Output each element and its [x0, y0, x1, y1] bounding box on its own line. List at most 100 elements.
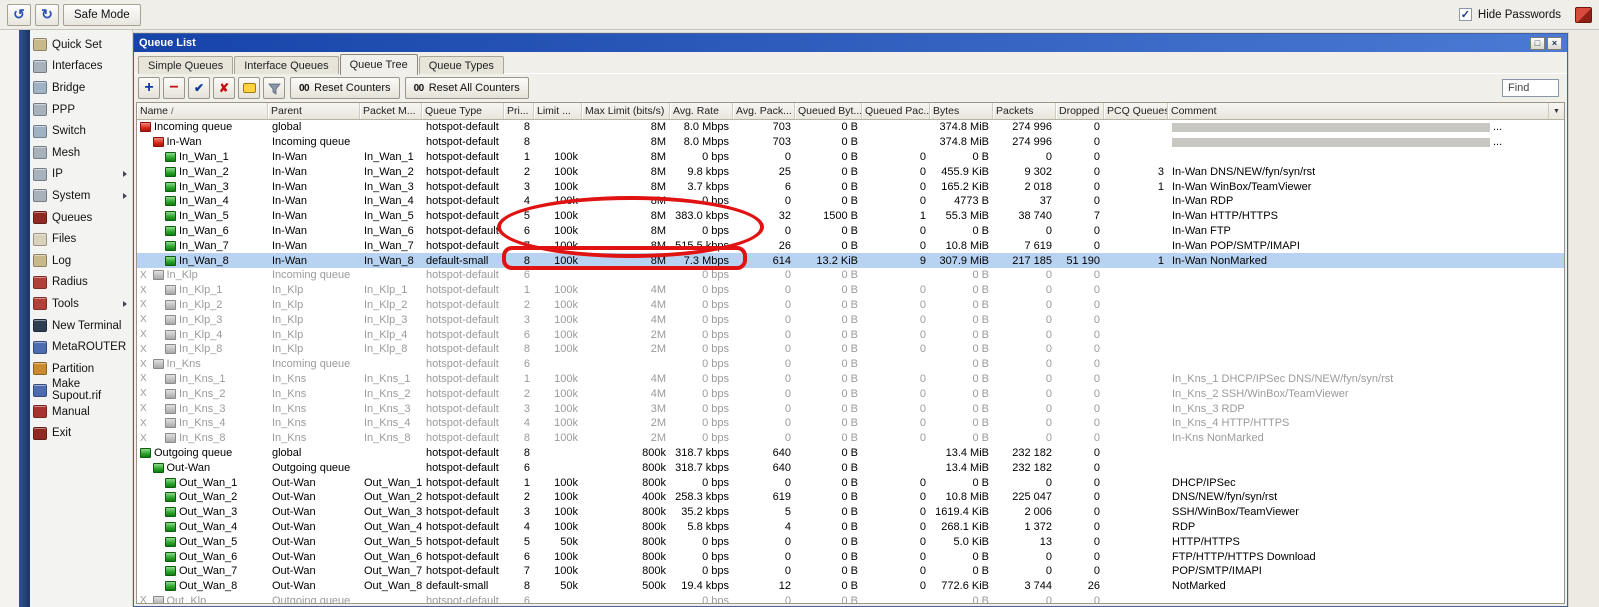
sidebar-item-metarouter[interactable]: MetaROUTER	[30, 336, 132, 358]
table-row[interactable]: X In_Klp_3 In_Klp In_Klp_3 hotspot-default 3 1…	[137, 312, 1564, 327]
sidebar-item-new-terminal[interactable]: New Terminal	[30, 315, 132, 337]
sidebar-item-radius[interactable]: Radius	[30, 272, 132, 294]
sidebar-item-log[interactable]: Log	[30, 250, 132, 272]
filter-button[interactable]	[263, 77, 285, 99]
sidebar-item-tools[interactable]: Tools	[30, 293, 132, 315]
column-header-dropped[interactable]: Dropped	[1056, 103, 1104, 119]
sidebar-item-quick-set[interactable]: Quick Set	[30, 34, 132, 56]
queue-icon	[152, 595, 164, 603]
redo-button[interactable]: ↻	[35, 3, 59, 26]
tab-simple-queues[interactable]: Simple Queues	[138, 56, 234, 74]
column-header-packet_marks[interactable]: Packet M...	[360, 103, 422, 119]
table-row[interactable]: X In_Kns Incoming queue hotspot-default 6 0 b…	[137, 357, 1564, 372]
sidebar-item-interfaces[interactable]: Interfaces	[30, 56, 132, 78]
safe-mode-button[interactable]: Safe Mode	[63, 3, 141, 26]
column-header-comment[interactable]: Comment	[1168, 103, 1564, 119]
table-row[interactable]: Out_Wan_4 Out-Wan Out_Wan_4 hotspot-default…	[137, 520, 1564, 535]
table-row[interactable]: X In_Klp_4 In_Klp In_Klp_4 hotspot-default 6 1…	[137, 327, 1564, 342]
column-header-limit[interactable]: Limit ...	[534, 103, 582, 119]
table-row[interactable]: X In_Kns_4 In_Kns In_Kns_4 hotspot-default 4 1…	[137, 416, 1564, 431]
cell-queued_bytes: 0 B	[841, 121, 858, 134]
tab-queue-types[interactable]: Queue Types	[418, 56, 504, 74]
table-row[interactable]: In-Wan Incoming queue hotspot-default 8 8M 8.…	[137, 135, 1564, 150]
column-header-queue_type[interactable]: Queue Type	[422, 103, 504, 119]
table-row[interactable]: In_Wan_4 In-Wan In_Wan_4 hotspot-default 4 10…	[137, 194, 1564, 209]
table-row[interactable]: In_Wan_7 In-Wan In_Wan_7 hotspot-default 7 10…	[137, 238, 1564, 253]
table-row[interactable]: X In_Kns_8 In_Kns In_Kns_8 hotspot-default 8 1…	[137, 431, 1564, 446]
cell-comment: ...	[1168, 120, 1564, 135]
filter-icon	[267, 83, 281, 95]
window-title-bar[interactable]: Queue List □ ×	[134, 34, 1567, 52]
table-row[interactable]: In_Wan_6 In-Wan In_Wan_6 hotspot-default 6 10…	[137, 224, 1564, 239]
table-row[interactable]: X In_Klp Incoming queue hotspot-default 6 0 b…	[137, 268, 1564, 283]
cell-packets: 9 302	[1024, 165, 1052, 178]
table-row[interactable]: X In_Kns_2 In_Kns In_Kns_2 hotspot-default 2 1…	[137, 386, 1564, 401]
column-header-queued_bytes[interactable]: Queued Byt...	[795, 103, 862, 119]
cell-avg_packet: 32	[778, 210, 791, 223]
column-header-avg_rate[interactable]: Avg. Rate	[670, 103, 733, 119]
table-row[interactable]: Out-Wan Outgoing queue hotspot-default 6 800…	[137, 460, 1564, 475]
column-header-pcq[interactable]: PCQ Queues	[1104, 103, 1168, 119]
sidebar-item-files[interactable]: Files	[30, 228, 132, 250]
table-row[interactable]: In_Wan_2 In-Wan In_Wan_2 hotspot-default 2 10…	[137, 164, 1564, 179]
sidebar-item-switch[interactable]: Switch	[30, 120, 132, 142]
column-header-avg_packet[interactable]: Avg. Pack...	[733, 103, 795, 119]
table-row[interactable]: Out_Wan_7 Out-Wan Out_Wan_7 hotspot-default…	[137, 564, 1564, 579]
table-row[interactable]: Outgoing queue global hotspot-default 8 800k…	[137, 446, 1564, 461]
enable-button[interactable]: ✔	[188, 77, 210, 99]
sidebar-item-queues[interactable]: Queues	[30, 207, 132, 229]
table-row[interactable]: X In_Klp_2 In_Klp In_Klp_2 hotspot-default 2 1…	[137, 298, 1564, 313]
sidebar-item-ppp[interactable]: PPP	[30, 99, 132, 121]
column-header-priority[interactable]: Pri...	[504, 103, 534, 119]
sidebar-item-ip[interactable]: IP	[30, 164, 132, 186]
comment-button[interactable]	[238, 77, 260, 99]
column-header-name[interactable]: Name /	[137, 103, 268, 119]
table-row[interactable]: In_Wan_5 In-Wan In_Wan_5 hotspot-default 5 10…	[137, 209, 1564, 224]
tab-interface-queues[interactable]: Interface Queues	[234, 56, 339, 74]
hide-passwords-checkbox[interactable]: ✓	[1458, 8, 1472, 21]
cell-parent: In_Klp	[272, 343, 304, 356]
column-header-packets[interactable]: Packets	[993, 103, 1056, 119]
table-row[interactable]: Out_Wan_5 Out-Wan Out_Wan_5 hotspot-default…	[137, 534, 1564, 549]
table-row[interactable]: X In_Kns_1 In_Kns In_Kns_1 hotspot-default 1 1…	[137, 372, 1564, 387]
table-row[interactable]: Out_Wan_8 Out-Wan Out_Wan_8 default-small 8 5…	[137, 579, 1564, 594]
column-header-parent[interactable]: Parent	[268, 103, 360, 119]
table-row[interactable]: In_Wan_3 In-Wan In_Wan_3 hotspot-default 3 10…	[137, 179, 1564, 194]
table-row[interactable]: In_Wan_1 In-Wan In_Wan_1 hotspot-default 1 10…	[137, 150, 1564, 165]
cell-queued_packets	[862, 594, 930, 604]
add-button[interactable]: +	[138, 77, 160, 99]
column-header-queued_packets[interactable]: Queued Pac...	[862, 103, 930, 119]
sidebar-item-partition[interactable]: Partition	[30, 358, 132, 380]
sidebar-item-bridge[interactable]: Bridge	[30, 77, 132, 99]
table-row[interactable]: X Out_Klp Outgoing queue hotspot-default 6 0 …	[137, 594, 1564, 604]
tab-queue-tree[interactable]: Queue Tree	[339, 54, 418, 75]
column-menu-button[interactable]: ▼	[1548, 103, 1564, 119]
reset-counters-button[interactable]: 00 Reset Counters	[290, 77, 400, 99]
table-row[interactable]: Out_Wan_6 Out-Wan Out_Wan_6 hotspot-default…	[137, 549, 1564, 564]
table-row[interactable]: In_Wan_8 In-Wan In_Wan_8 default-small 8 100k…	[137, 253, 1564, 268]
sidebar-item-make-supout-rif[interactable]: Make Supout.rif	[30, 378, 132, 402]
table-row[interactable]: X In_Klp_8 In_Klp In_Klp_8 hotspot-default 8 1…	[137, 342, 1564, 357]
remove-button[interactable]: −	[163, 77, 185, 99]
disable-button[interactable]: ✘	[213, 77, 235, 99]
table-row[interactable]: Out_Wan_1 Out-Wan Out_Wan_1 hotspot-default…	[137, 475, 1564, 490]
find-input[interactable]: Find	[1502, 79, 1559, 97]
sidebar-item-mesh[interactable]: Mesh	[30, 142, 132, 164]
sidebar-item-manual[interactable]: Manual	[30, 401, 132, 423]
bridge-icon	[33, 81, 47, 95]
sidebar-item-system[interactable]: System	[30, 185, 132, 207]
table-row[interactable]: X In_Klp_1 In_Klp In_Klp_1 hotspot-default 1 1…	[137, 283, 1564, 298]
table-row[interactable]: X In_Kns_3 In_Kns In_Kns_3 hotspot-default 3 1…	[137, 401, 1564, 416]
column-header-max_limit[interactable]: Max Limit (bits/s)	[582, 103, 670, 119]
cell-packets: 0	[1045, 328, 1052, 341]
table-row[interactable]: Out_Wan_3 Out-Wan Out_Wan_3 hotspot-default…	[137, 505, 1564, 520]
table-row[interactable]: Incoming queue global hotspot-default 8 8M 8.…	[137, 120, 1564, 135]
column-header-bytes[interactable]: Bytes	[930, 103, 993, 119]
table-row[interactable]: Out_Wan_2 Out-Wan Out_Wan_2 hotspot-default…	[137, 490, 1564, 505]
close-button[interactable]: ×	[1547, 36, 1562, 50]
cell-comment	[1168, 594, 1564, 604]
restore-button[interactable]: □	[1530, 36, 1545, 50]
sidebar-item-exit[interactable]: Exit	[30, 423, 132, 445]
undo-button[interactable]: ↺	[7, 3, 31, 26]
reset-all-counters-button[interactable]: 00 Reset All Counters	[404, 77, 529, 99]
